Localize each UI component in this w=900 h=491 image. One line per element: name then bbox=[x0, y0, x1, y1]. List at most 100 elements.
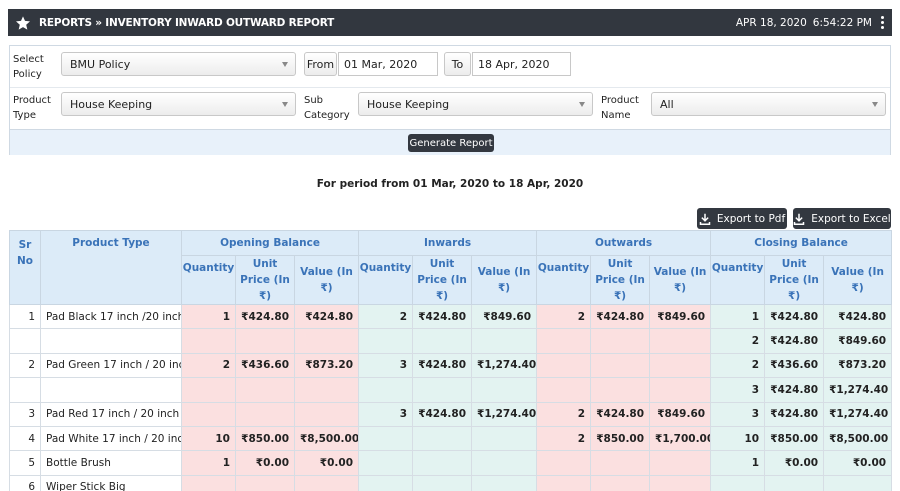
ob-value-cell bbox=[293, 474, 360, 491]
page-title: REPORTS » INVENTORY INWARD OUTWARD REPOR… bbox=[39, 16, 335, 29]
table-row: 1 Pad Black 17 inch /20 inch 1 ₹424.80 ₹424.… bbox=[9, 303, 893, 330]
report-body: 1 Pad Black 17 inch /20 inch 1 ₹424.80 ₹424.… bbox=[9, 303, 893, 491]
cl-unit-price-cell: ₹424.80 bbox=[764, 328, 825, 354]
col-quantity: Quantity bbox=[710, 255, 766, 305]
select-policy-label: Select Policy bbox=[13, 54, 44, 80]
ob-quantity-cell: 1 bbox=[181, 303, 236, 330]
in-quantity-cell bbox=[358, 425, 414, 452]
col-closing-balance: Closing Balance bbox=[710, 230, 893, 256]
product-type-cell: Wiper Stick Big bbox=[40, 474, 182, 491]
in-value-cell bbox=[471, 328, 538, 354]
period-text: For period from 01 Mar, 2020 to 18 Apr, … bbox=[316, 178, 584, 190]
cl-quantity-cell: 3 bbox=[710, 401, 766, 427]
ob-value-cell bbox=[293, 401, 360, 427]
in-quantity-cell bbox=[358, 474, 414, 491]
in-value-cell: ₹849.60 bbox=[471, 303, 538, 330]
col-quantity: Quantity bbox=[358, 255, 414, 305]
in-unit-price-cell bbox=[412, 450, 473, 476]
table-row: 5 Bottle Brush 1 ₹0.00 ₹0.00 1 ₹0.00 ₹0.00 bbox=[9, 450, 893, 476]
ob-quantity-cell: 2 bbox=[181, 352, 236, 379]
out-value-cell bbox=[649, 352, 712, 379]
export-excel-button[interactable]: Export to Excel bbox=[793, 208, 891, 229]
ob-unit-price-cell bbox=[235, 328, 295, 354]
col-opening-balance: Opening Balance bbox=[180, 230, 360, 256]
inventory-report-table: Sr No Product Type Opening Balance Inwar… bbox=[9, 230, 893, 491]
in-value-cell bbox=[471, 474, 538, 491]
cl-value-cell: ₹873.20 bbox=[823, 352, 893, 379]
ob-quantity-cell bbox=[181, 401, 236, 427]
sr-no-cell: 4 bbox=[9, 425, 41, 452]
kebab-menu-icon[interactable] bbox=[874, 15, 890, 31]
product-type-cell: Pad White 17 inch / 20 inch bbox=[40, 425, 182, 452]
out-value-cell: ₹1,700.00 bbox=[649, 425, 712, 452]
col-quantity: Quantity bbox=[181, 255, 236, 305]
to-date-input[interactable]: 18 Apr, 2020 bbox=[472, 52, 571, 76]
cl-value-cell: ₹0.00 bbox=[823, 450, 893, 476]
generate-report-button[interactable]: Generate Report bbox=[408, 134, 494, 152]
cl-unit-price-cell: ₹424.80 bbox=[764, 303, 825, 330]
out-value-cell bbox=[649, 328, 712, 354]
out-quantity-cell bbox=[536, 352, 592, 379]
ob-unit-price-cell bbox=[235, 377, 295, 403]
out-value-cell bbox=[649, 450, 712, 476]
col-value: Value (In ₹) bbox=[823, 255, 893, 305]
ob-value-cell bbox=[293, 377, 360, 403]
in-value-cell: ₹1,274.40 bbox=[471, 352, 538, 379]
sr-no-cell: 1 bbox=[9, 303, 41, 330]
sub-category-select-value: House Keeping bbox=[367, 97, 450, 111]
chevron-down-icon bbox=[872, 102, 878, 107]
cl-quantity-cell: 10 bbox=[710, 425, 766, 452]
ob-unit-price-cell: ₹0.00 bbox=[235, 450, 295, 476]
sr-no-cell bbox=[9, 377, 41, 403]
out-value-cell bbox=[649, 377, 712, 403]
product-name-select[interactable]: All bbox=[651, 92, 886, 116]
out-unit-price-cell: ₹424.80 bbox=[590, 401, 651, 427]
out-unit-price-cell: ₹850.00 bbox=[590, 425, 651, 452]
product-name-select-value: All bbox=[660, 97, 674, 111]
col-unit-price: Unit Price (In ₹) bbox=[764, 255, 825, 305]
in-value-cell: ₹1,274.40 bbox=[471, 401, 538, 427]
cl-value-cell: ₹1,274.40 bbox=[823, 377, 893, 403]
out-quantity-cell: 2 bbox=[536, 303, 592, 330]
cl-unit-price-cell: ₹424.80 bbox=[764, 377, 825, 403]
sub-category-select[interactable]: House Keeping bbox=[358, 92, 593, 116]
product-type-select[interactable]: House Keeping bbox=[61, 92, 296, 116]
product-type-select-value: House Keeping bbox=[70, 97, 153, 111]
sub-category-label: Sub Category bbox=[304, 95, 350, 121]
in-value-cell bbox=[471, 377, 538, 403]
cl-value-cell bbox=[823, 474, 893, 491]
in-unit-price-cell bbox=[412, 377, 473, 403]
policy-select[interactable]: BMU Policy bbox=[61, 52, 296, 76]
in-unit-price-cell bbox=[412, 425, 473, 452]
ob-value-cell bbox=[293, 328, 360, 354]
table-row: 3 Pad Red 17 inch / 20 inch 3 ₹424.80 ₹1,274… bbox=[9, 401, 893, 427]
out-value-cell bbox=[649, 474, 712, 491]
table-row: 4 Pad White 17 inch / 20 inch 10 ₹850.00 ₹8,… bbox=[9, 425, 893, 452]
cl-quantity-cell bbox=[710, 474, 766, 491]
top-bar: REPORTS » INVENTORY INWARD OUTWARD REPOR… bbox=[8, 9, 892, 36]
star-icon[interactable] bbox=[15, 15, 31, 31]
cl-value-cell: ₹1,274.40 bbox=[823, 401, 893, 427]
cl-quantity-cell: 2 bbox=[710, 352, 766, 379]
in-unit-price-cell: ₹424.80 bbox=[412, 401, 473, 427]
in-quantity-cell bbox=[358, 377, 414, 403]
cl-quantity-cell: 2 bbox=[710, 328, 766, 354]
out-unit-price-cell bbox=[590, 352, 651, 379]
col-product-type: Product Type bbox=[40, 230, 182, 305]
sr-no-cell: 5 bbox=[9, 450, 41, 476]
out-unit-price-cell: ₹424.80 bbox=[590, 303, 651, 330]
product-type-cell: Pad Green 17 inch / 20 inch bbox=[40, 352, 182, 379]
from-date-input[interactable]: 01 Mar, 2020 bbox=[338, 52, 438, 76]
header-date: APR 18, 2020 bbox=[735, 16, 807, 29]
cl-quantity-cell: 1 bbox=[710, 303, 766, 330]
product-type-cell bbox=[40, 377, 182, 403]
product-type-cell: Pad Black 17 inch /20 inch bbox=[40, 303, 182, 330]
in-value-cell bbox=[471, 425, 538, 452]
to-label: To bbox=[444, 52, 471, 76]
cl-value-cell: ₹424.80 bbox=[823, 303, 893, 330]
out-unit-price-cell bbox=[590, 377, 651, 403]
ob-value-cell: ₹0.00 bbox=[293, 450, 360, 476]
product-type-label: Product Type bbox=[13, 95, 51, 121]
ob-quantity-cell bbox=[181, 328, 236, 354]
export-pdf-button[interactable]: Export to Pdf bbox=[697, 208, 787, 229]
